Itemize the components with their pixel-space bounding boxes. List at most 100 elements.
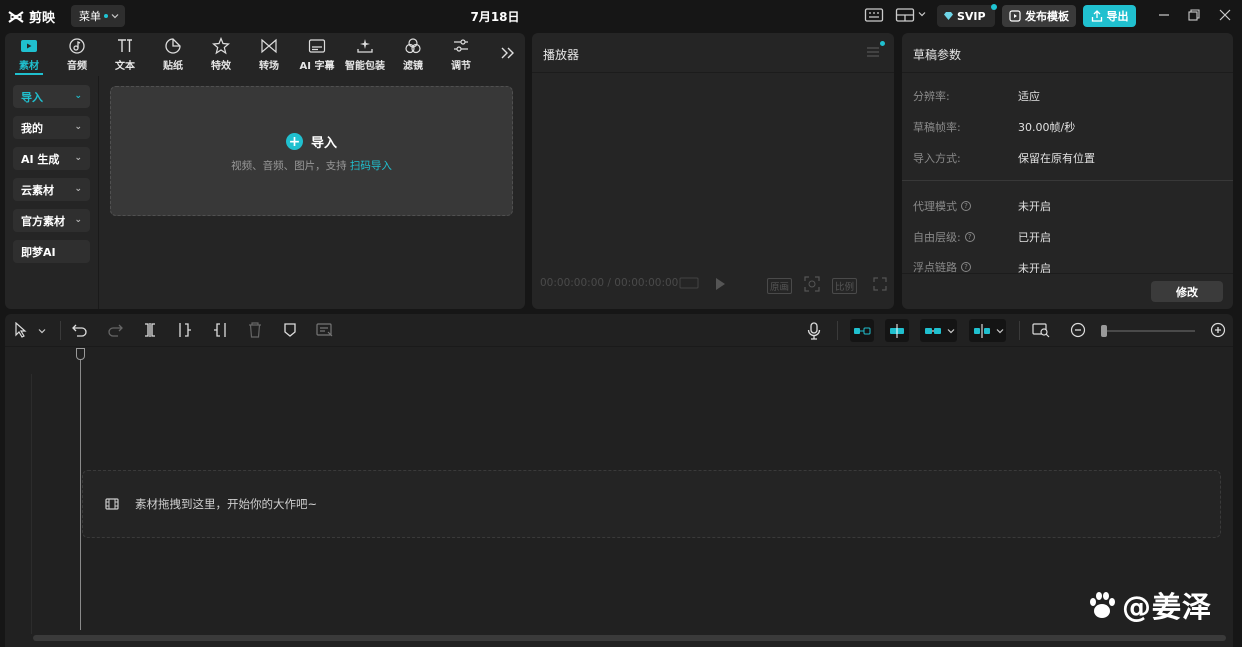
filter-icon — [405, 37, 421, 53]
publish-template-button[interactable]: 发布模板 — [1002, 5, 1076, 27]
snap-icon — [890, 323, 904, 338]
split-icon[interactable] — [142, 322, 158, 338]
playhead-handle[interactable] — [76, 348, 85, 360]
chevron-down-icon — [111, 14, 119, 19]
sidebar-item-cloud-media[interactable]: 云素材 ⌄ — [13, 178, 90, 201]
help-icon[interactable]: ? — [961, 261, 971, 272]
help-icon[interactable]: ? — [964, 232, 975, 242]
menu-button[interactable]: 菜单 — [71, 5, 125, 27]
timeline-horizontal-scrollbar[interactable] — [33, 635, 1226, 641]
sidebar-item-official-media[interactable]: 官方素材 ⌄ — [13, 209, 90, 232]
export-label: 导出 — [1106, 10, 1129, 23]
play-icon[interactable] — [714, 277, 726, 291]
tab-effects[interactable]: 特效 — [197, 33, 245, 75]
chevron-down-icon — [996, 328, 1004, 333]
tab-filter[interactable]: 滤镜 — [389, 33, 437, 75]
capcut-logo-icon — [8, 10, 24, 23]
tab-label: 素材 — [19, 60, 39, 72]
restore-icon[interactable] — [1187, 8, 1201, 22]
adjust-icon — [454, 38, 468, 52]
tab-label: 贴纸 — [163, 60, 183, 72]
sidebar-item-jimeng-ai[interactable]: 即梦AI — [13, 240, 90, 263]
marker-icon[interactable] — [282, 322, 298, 338]
split-right-icon[interactable] — [212, 322, 228, 338]
tab-text[interactable]: 文本 — [101, 33, 149, 75]
timecode-format-icon[interactable] — [679, 276, 699, 290]
auto-caption-icon[interactable] — [316, 322, 334, 338]
minimize-icon[interactable] — [1157, 8, 1171, 22]
undo-icon[interactable] — [72, 322, 88, 338]
zoom-to-fit-icon[interactable] — [1032, 322, 1050, 338]
media-sidebar: 导入 ⌄ 我的 ⌄ AI 生成 ⌄ 云素材 ⌄ 官方素材 ⌄ 即梦AI — [5, 76, 99, 309]
close-icon[interactable] — [1218, 8, 1232, 22]
svip-button[interactable]: SVIP — [937, 4, 997, 27]
layout-icon[interactable] — [895, 6, 915, 24]
more-tabs-icon[interactable] — [499, 44, 517, 62]
export-button[interactable]: 导出 — [1083, 5, 1136, 27]
shortcut-keyboard-icon[interactable] — [864, 6, 884, 24]
tab-sticker[interactable]: 贴纸 — [149, 33, 197, 75]
layout-chevron-icon[interactable] — [918, 11, 926, 17]
microphone-icon[interactable] — [807, 322, 821, 340]
zoom-out-icon[interactable] — [1070, 322, 1086, 338]
redo-icon[interactable] — [107, 322, 123, 338]
tab-media[interactable]: 素材 — [5, 33, 53, 75]
zoom-slider-track[interactable] — [1101, 330, 1195, 332]
draft-row-resolution: 分辨率: 适应 — [913, 88, 1223, 104]
draft-value: 未开启 — [1018, 262, 1051, 273]
tab-smart-package[interactable]: 智能包装 — [341, 33, 389, 75]
template-icon — [1009, 10, 1021, 22]
timeline-drop-zone[interactable]: 素材拖拽到这里，开始你的大作吧~ — [82, 470, 1221, 538]
draft-row-float-pipeline: 浮点链路? 未开启 — [913, 260, 1223, 274]
auto-snap-toggle[interactable] — [885, 319, 909, 342]
toolbar-separator — [1019, 321, 1020, 340]
player-notification-dot — [880, 41, 885, 46]
screenshot-icon[interactable] — [804, 276, 820, 292]
player-panel: 播放器 00:00:00:00 / 00:00:00:00 原画 比例 — [532, 33, 894, 309]
sidebar-item-import[interactable]: 导入 ⌄ — [13, 85, 90, 108]
drop-hint: 素材拖拽到这里，开始你的大作吧~ — [105, 496, 317, 512]
draft-row-import-mode: 导入方式: 保留在原有位置 — [913, 150, 1223, 166]
import-desc-text: 视频、音频、图片，支持 — [231, 160, 347, 172]
tab-audio[interactable]: 音频 — [53, 33, 101, 75]
plus-icon: + — [285, 133, 303, 150]
fullscreen-icon[interactable] — [873, 277, 887, 291]
title-bar: 剪映 菜单 7月18日 SVIP 发布模板 导出 — [0, 0, 1242, 32]
delete-icon[interactable] — [247, 322, 263, 338]
player-menu-icon[interactable] — [866, 45, 880, 59]
tab-label: 转场 — [259, 60, 279, 72]
preview-axis-toggle[interactable] — [969, 319, 1006, 342]
draft-key: 草稿帧率: — [913, 121, 961, 134]
modify-button[interactable]: 修改 — [1151, 281, 1223, 302]
split-left-icon[interactable] — [177, 322, 193, 338]
linkage-toggle[interactable] — [920, 319, 957, 342]
chevron-down-icon: ⌄ — [74, 91, 82, 101]
playhead-line[interactable] — [80, 348, 81, 630]
divider — [902, 273, 1233, 274]
media-icon — [21, 39, 37, 52]
help-icon[interactable]: ? — [961, 201, 971, 211]
aspect-ratio-button[interactable]: 比例 — [832, 278, 858, 294]
main-track-magnet-toggle[interactable] — [850, 319, 874, 342]
svip-badge — [991, 4, 997, 10]
sidebar-item-ai-generate[interactable]: AI 生成 ⌄ — [13, 147, 90, 170]
tab-ai-caption[interactable]: AI 字幕 — [293, 33, 341, 75]
sidebar-item-mine[interactable]: 我的 ⌄ — [13, 116, 90, 139]
zoom-in-icon[interactable] — [1210, 322, 1226, 338]
tab-transition[interactable]: 转场 — [245, 33, 293, 75]
zoom-slider-handle[interactable] — [1101, 325, 1107, 337]
original-quality-button[interactable]: 原画 — [767, 278, 793, 294]
draft-value: 适应 — [1018, 90, 1040, 103]
sidebar-item-label: 即梦AI — [21, 245, 56, 259]
chevron-down-icon[interactable] — [38, 328, 46, 334]
tab-adjust[interactable]: 调节 — [437, 33, 485, 75]
scan-import-link[interactable]: 扫码导入 — [350, 160, 392, 172]
select-cursor-icon[interactable] — [14, 322, 28, 338]
document-title[interactable]: 7月18日 — [440, 8, 550, 25]
import-drop-zone[interactable]: + 导入 视频、音频、图片，支持 扫码导入 — [110, 86, 513, 216]
watermark: @姜泽 — [1086, 584, 1212, 626]
diamond-icon — [944, 12, 953, 20]
app-name: 剪映 — [29, 11, 56, 26]
draft-value: 30.00帧/秒 — [1018, 121, 1076, 134]
draft-value: 未开启 — [1018, 200, 1051, 213]
